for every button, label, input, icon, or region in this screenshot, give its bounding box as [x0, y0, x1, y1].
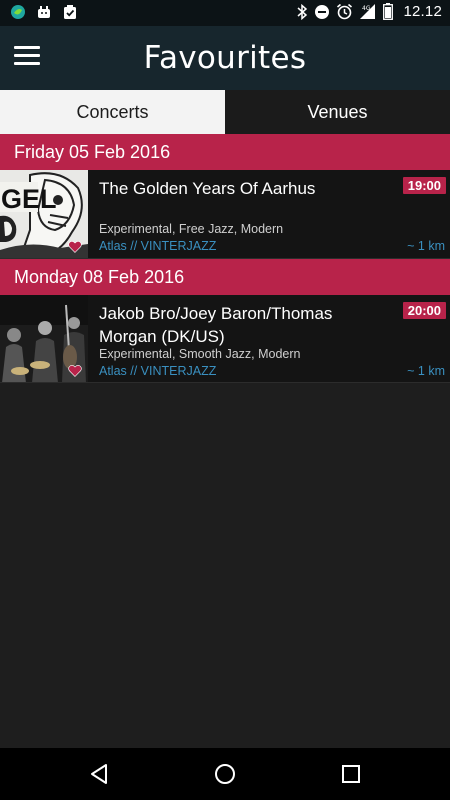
event-time-badge: 20:00 [402, 302, 446, 319]
android-icon [38, 6, 50, 18]
event-thumbnail: GEL [0, 170, 88, 258]
tab-bar: Concerts Venues [0, 90, 450, 134]
status-bar: 4G 12.12 [0, 0, 450, 26]
favourite-heart-icon[interactable] [68, 240, 82, 254]
event-genres: Experimental, Free Jazz, Modern [99, 222, 284, 236]
alarm-icon [337, 3, 353, 20]
event-title: Jakob Bro/Joey Baron/Thomas Morgan (DK/U… [99, 304, 333, 346]
svg-text:4G: 4G [362, 5, 371, 12]
event-genres: Experimental, Smooth Jazz, Modern [99, 347, 301, 361]
event-time-badge: 19:00 [402, 177, 446, 194]
bluetooth-icon [297, 3, 308, 20]
event-thumbnail [0, 295, 88, 382]
event-distance: ~ 1 km [407, 239, 445, 253]
date-header: Friday 05 Feb 2016 [0, 134, 450, 170]
tab-concerts[interactable]: Concerts [0, 90, 225, 134]
event-venue-link[interactable]: Atlas // VINTERJAZZ [99, 364, 216, 378]
tab-venues[interactable]: Venues [225, 90, 450, 134]
signal-4g-icon: 4G [360, 4, 376, 19]
battery-icon [383, 3, 394, 20]
event-title: The Golden Years Of Aarhus [99, 179, 316, 198]
date-header: Monday 08 Feb 2016 [0, 259, 450, 295]
app-bar: Favourites [0, 26, 450, 90]
back-icon[interactable] [87, 762, 111, 786]
status-time: 12.12 [403, 3, 442, 20]
event-distance: ~ 1 km [407, 364, 445, 378]
home-icon[interactable] [213, 762, 237, 786]
event-row[interactable]: Jakob Bro/Joey Baron/Thomas Morgan (DK/U… [0, 295, 450, 383]
favourite-heart-icon[interactable] [68, 364, 82, 378]
do-not-disturb-icon [315, 4, 330, 19]
page-title: Favourites [143, 40, 307, 76]
app-notification-icon [11, 5, 25, 19]
clipboard-check-icon [64, 5, 76, 19]
thumbnail-lettering: GEL [1, 184, 57, 214]
recents-icon[interactable] [339, 762, 363, 786]
system-nav-bar [0, 748, 450, 800]
event-row[interactable]: GEL The Golden Years Of Aarhus 19:00 Exp… [0, 170, 450, 259]
event-venue-link[interactable]: Atlas // VINTERJAZZ [99, 239, 216, 253]
